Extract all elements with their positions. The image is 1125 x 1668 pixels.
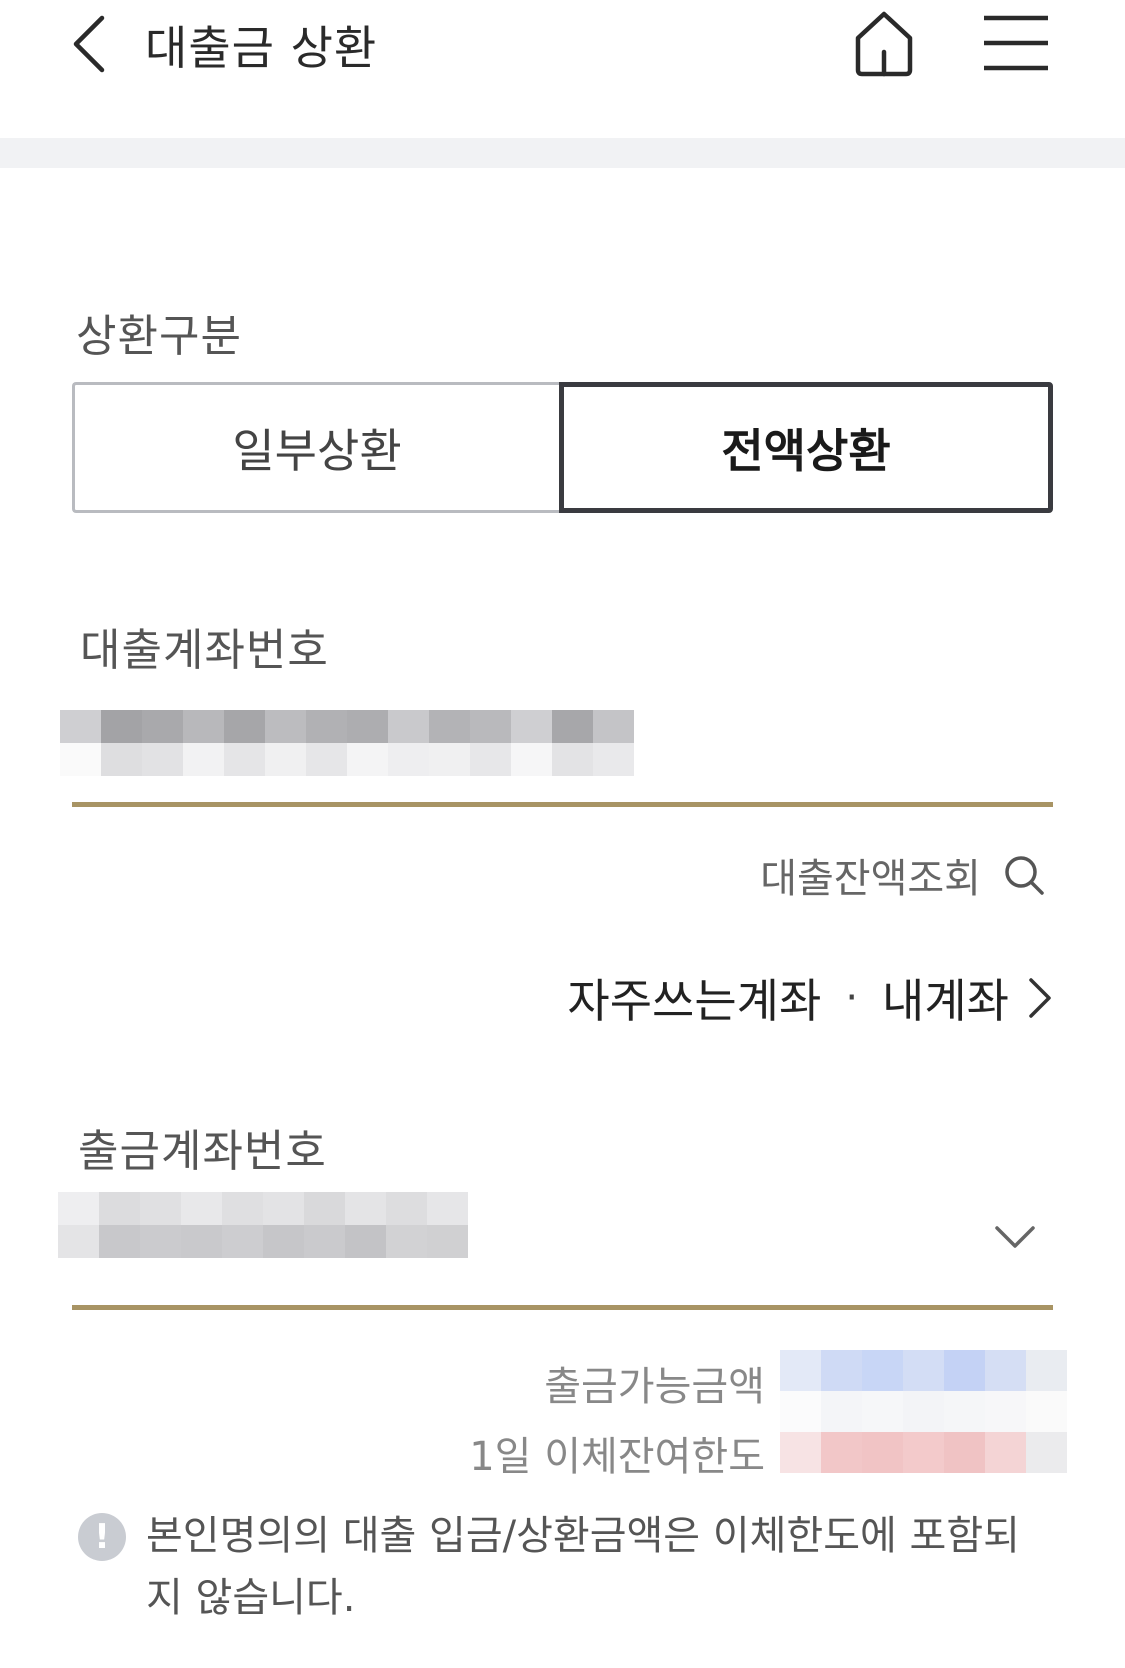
home-icon — [855, 11, 913, 77]
home-button[interactable] — [852, 8, 916, 78]
full-repayment-option[interactable]: 전액상환 — [559, 382, 1053, 513]
notice-text: 본인명의의 대출 입금/상환금액은 이체한도에 포함되지 않습니다. — [146, 1513, 1020, 1621]
withdrawal-account-label: 출금계좌번호 — [78, 1126, 327, 1177]
back-button[interactable] — [70, 14, 114, 74]
loan-balance-inquiry-button[interactable]: 대출잔액조회 — [760, 846, 1045, 904]
frequent-accounts-button[interactable]: 자주쓰는계좌 · 내계좌 — [567, 965, 1053, 1031]
daily-limit-label: 1일 이체잔여한도 — [469, 1434, 765, 1480]
loan-account-underline — [72, 802, 1053, 807]
separator-dot: · — [845, 975, 859, 1021]
withdrawal-account-underline — [72, 1305, 1053, 1310]
chevron-down-icon — [995, 1226, 1035, 1248]
loan-balance-inquiry-label: 대출잔액조회 — [760, 856, 981, 902]
withdrawal-account-dropdown[interactable] — [993, 1222, 1037, 1252]
my-accounts-label: 내계좌 — [882, 974, 1009, 1028]
repayment-type-label: 상환구분 — [76, 311, 242, 362]
available-amount-value-masked — [780, 1350, 1070, 1432]
notice: ! 본인명의의 대출 입금/상환금액은 이체한도에 포함되지 않습니다. — [78, 1505, 1038, 1629]
exclamation-circle-icon: ! — [78, 1513, 126, 1561]
available-amount-label: 출금가능금액 — [544, 1364, 765, 1410]
search-icon — [1005, 856, 1044, 895]
loan-account-label: 대출계좌번호 — [80, 625, 329, 676]
header-divider — [0, 138, 1125, 168]
chevron-left-icon — [73, 15, 105, 73]
menu-button[interactable] — [982, 14, 1050, 72]
page-title: 대출금 상환 — [145, 21, 378, 75]
frequent-accounts-label: 자주쓰는계좌 — [567, 974, 822, 1028]
withdrawal-account-value-masked[interactable] — [58, 1192, 468, 1258]
repayment-type-toggle: 일부상환 전액상환 — [72, 382, 1053, 513]
hamburger-menu-icon — [984, 15, 1048, 71]
loan-account-value-masked — [60, 710, 634, 776]
app-header: 대출금 상환 — [0, 0, 1125, 138]
daily-limit-value-masked — [780, 1432, 1070, 1473]
chevron-right-icon — [1029, 978, 1051, 1018]
partial-repayment-option[interactable]: 일부상환 — [72, 382, 559, 513]
